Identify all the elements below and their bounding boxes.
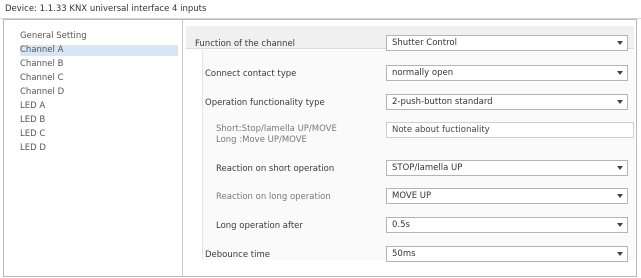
operation-type-select[interactable]: 2-push-button standard — [386, 94, 628, 110]
sidebar-item-channel-d[interactable]: Channel D — [20, 87, 178, 98]
parameter-panel — [184, 20, 636, 276]
long-reaction-select[interactable]: MOVE UP — [386, 188, 628, 204]
contact-type-select-value: normally open — [392, 68, 454, 78]
long-reaction-label: Reaction on long operation — [216, 192, 331, 202]
title-bar: Device: 1.1.33 KNX universal interface 4… — [0, 0, 641, 19]
function-label: Function of the channel — [195, 39, 296, 49]
sidebar-item-led-d[interactable]: LED D — [20, 143, 178, 154]
short-reaction-select[interactable]: STOP/lamella UP — [386, 160, 628, 176]
chevron-down-icon — [617, 71, 623, 75]
note-label-line1: Short:Stop/lamella UP/MOVE — [216, 124, 337, 134]
long-after-label: Long operation after — [216, 221, 303, 231]
sidebar-item-channel-c[interactable]: Channel C — [20, 73, 178, 84]
function-select[interactable]: Shutter Control — [386, 35, 628, 51]
note-label-line2: Long :Move UP/MOVE — [216, 135, 307, 145]
sidebar-item-channel-b[interactable]: Channel B — [20, 59, 178, 70]
long-after-select[interactable]: 0.5s — [386, 217, 628, 233]
function-select-value: Shutter Control — [392, 38, 457, 48]
chevron-down-icon — [617, 194, 623, 198]
debounce-label: Debounce time — [205, 250, 270, 260]
sidebar-item-channel-a[interactable]: Channel A — [20, 45, 178, 56]
debounce-select[interactable]: 50ms — [386, 246, 628, 262]
sidebar-item-led-c[interactable]: LED C — [20, 129, 178, 140]
sidebar: General Setting Channel A Channel B Chan… — [4, 20, 183, 276]
sidebar-item-led-a[interactable]: LED A — [20, 101, 178, 112]
chevron-down-icon — [617, 41, 623, 45]
short-reaction-select-value: STOP/lamella UP — [392, 163, 463, 173]
note-field-value: Note about fuctionality — [392, 125, 490, 135]
debounce-select-value: 50ms — [392, 249, 416, 259]
chevron-down-icon — [617, 166, 623, 170]
sidebar-item-led-b[interactable]: LED B — [20, 115, 178, 126]
sidebar-item-general-setting[interactable]: General Setting — [20, 31, 178, 42]
window-title: Device: 1.1.33 KNX universal interface 4… — [5, 4, 207, 14]
note-field[interactable]: Note about fuctionality — [386, 122, 634, 138]
chevron-down-icon — [617, 252, 623, 256]
operation-type-label: Operation functionality type — [205, 98, 325, 108]
operation-type-select-value: 2-push-button standard — [392, 97, 493, 107]
short-reaction-label: Reaction on short operation — [216, 164, 335, 174]
chevron-down-icon — [617, 100, 623, 104]
parameter-window: General Setting Channel A Channel B Chan… — [3, 19, 637, 277]
long-after-select-value: 0.5s — [392, 220, 410, 230]
long-reaction-select-value: MOVE UP — [392, 191, 432, 201]
contact-type-select[interactable]: normally open — [386, 65, 628, 81]
contact-type-label: Connect contact type — [205, 69, 297, 79]
chevron-down-icon — [617, 223, 623, 227]
